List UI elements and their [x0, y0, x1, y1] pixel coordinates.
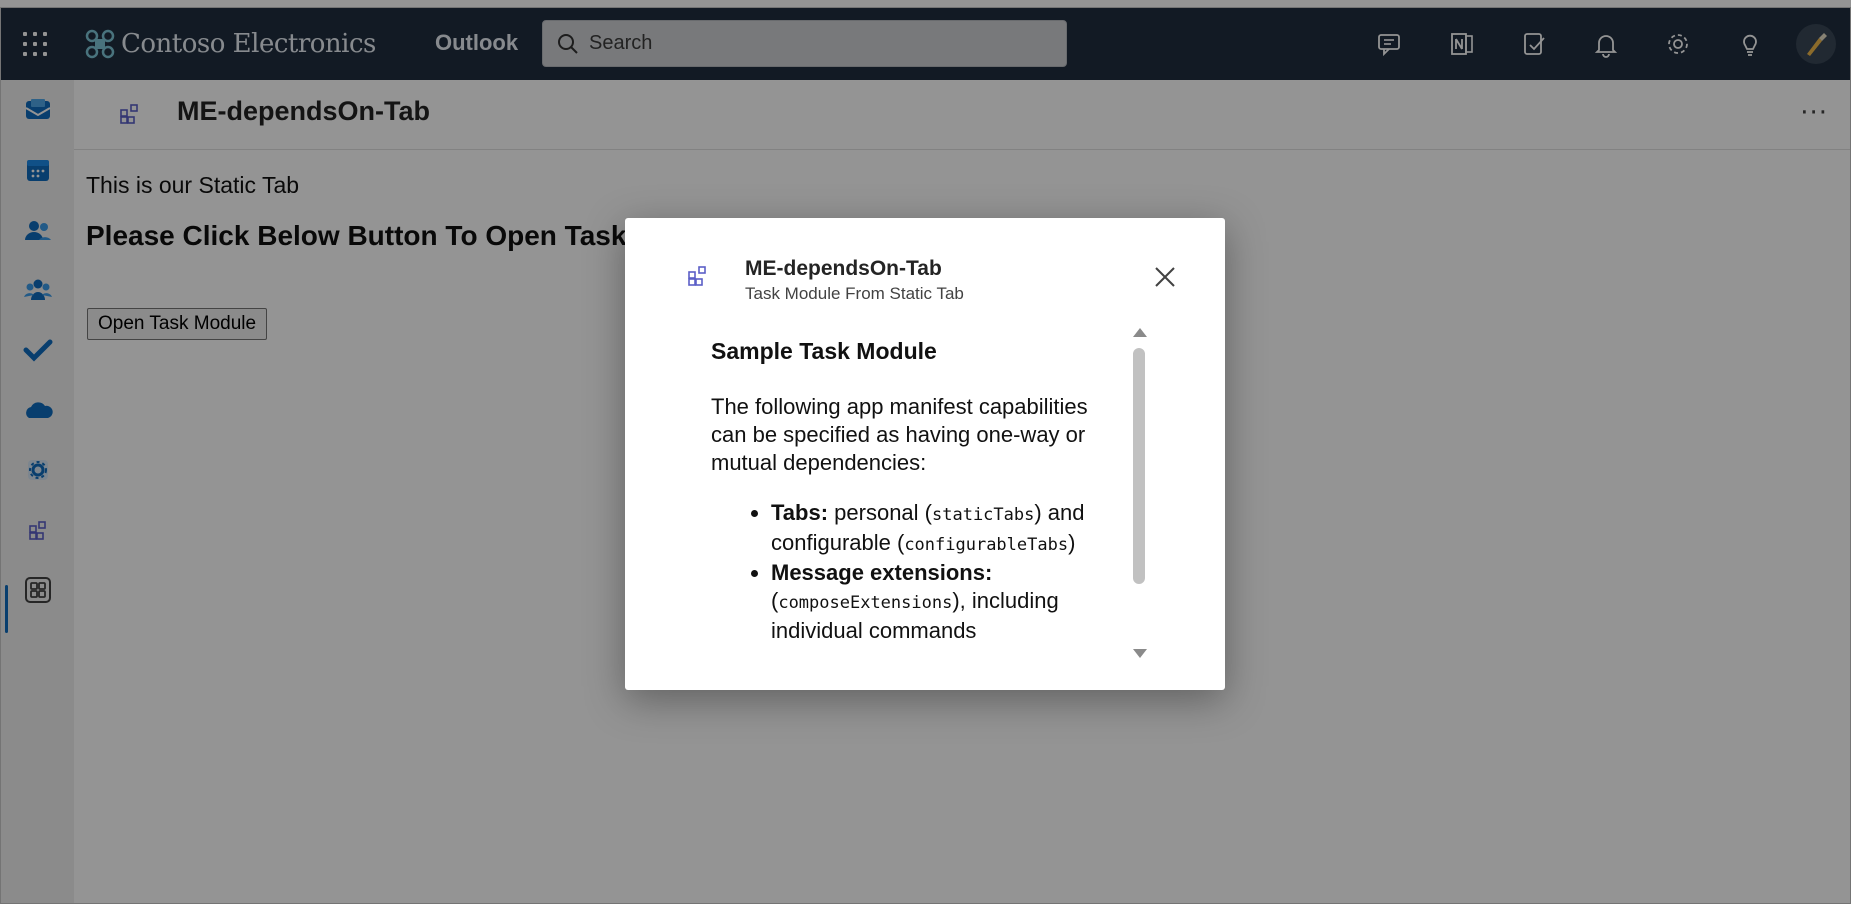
scroll-thumb[interactable] [1133, 348, 1145, 584]
list-item: Tabs: personal (staticTabs) and configur… [771, 499, 1111, 559]
scroll-down-arrow-icon[interactable] [1133, 649, 1147, 658]
scroll-up-arrow-icon[interactable] [1133, 328, 1147, 337]
dialog-app-icon [688, 266, 706, 286]
dialog-title: ME-dependsOn-Tab [745, 257, 942, 280]
dialog-scrollbar[interactable] [1129, 324, 1149, 664]
task-module-dialog: ME-dependsOn-Tab Task Module From Static… [625, 218, 1225, 690]
capability-list: Tabs: personal (staticTabs) and configur… [711, 499, 1111, 645]
content-heading: Sample Task Module [711, 338, 937, 364]
dialog-content: Sample Task Module The following app man… [711, 326, 1111, 666]
close-icon[interactable] [1152, 264, 1178, 290]
dialog-subtitle: Task Module From Static Tab [745, 284, 964, 303]
content-paragraph: The following app manifest capabilities … [711, 394, 1088, 475]
list-item: Message extensions: (composeExtensions),… [771, 559, 1111, 645]
